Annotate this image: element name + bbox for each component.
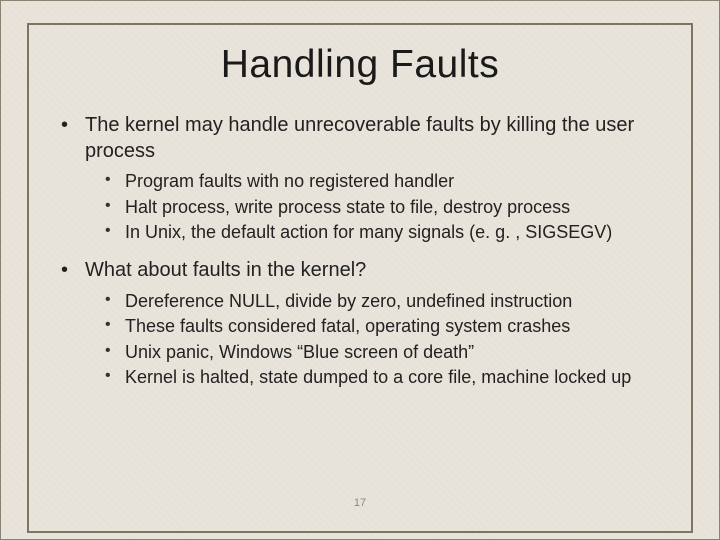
sub-bullet-text: These faults considered fatal, operating… bbox=[125, 316, 570, 336]
sub-bullet-text: In Unix, the default action for many sig… bbox=[125, 222, 612, 242]
sub-bullet-list: Program faults with no registered handle… bbox=[85, 170, 663, 244]
sub-bullet-list: Dereference NULL, divide by zero, undefi… bbox=[85, 290, 663, 390]
slide-title: Handling Faults bbox=[57, 43, 663, 87]
sub-bullet-text: Program faults with no registered handle… bbox=[125, 171, 454, 191]
bullet-list: The kernel may handle unrecoverable faul… bbox=[57, 113, 663, 390]
sub-bullet-text: Kernel is halted, state dumped to a core… bbox=[125, 367, 631, 387]
page-number: 17 bbox=[1, 497, 719, 509]
sub-bullet-item: In Unix, the default action for many sig… bbox=[95, 221, 663, 244]
bullet-text: The kernel may handle unrecoverable faul… bbox=[85, 114, 634, 162]
sub-bullet-text: Dereference NULL, divide by zero, undefi… bbox=[125, 291, 572, 311]
slide: Handling Faults The kernel may handle un… bbox=[0, 0, 720, 540]
sub-bullet-text: Halt process, write process state to fil… bbox=[125, 197, 570, 217]
sub-bullet-item: Halt process, write process state to fil… bbox=[95, 196, 663, 219]
sub-bullet-text: Unix panic, Windows “Blue screen of deat… bbox=[125, 342, 474, 362]
bullet-text: What about faults in the kernel? bbox=[85, 259, 366, 281]
sub-bullet-item: Unix panic, Windows “Blue screen of deat… bbox=[95, 341, 663, 364]
sub-bullet-item: Program faults with no registered handle… bbox=[95, 170, 663, 193]
bullet-item: The kernel may handle unrecoverable faul… bbox=[57, 113, 663, 244]
bullet-item: What about faults in the kernel? Derefer… bbox=[57, 258, 663, 389]
sub-bullet-item: These faults considered fatal, operating… bbox=[95, 315, 663, 338]
sub-bullet-item: Dereference NULL, divide by zero, undefi… bbox=[95, 290, 663, 313]
sub-bullet-item: Kernel is halted, state dumped to a core… bbox=[95, 366, 663, 389]
slide-frame: Handling Faults The kernel may handle un… bbox=[27, 23, 693, 533]
